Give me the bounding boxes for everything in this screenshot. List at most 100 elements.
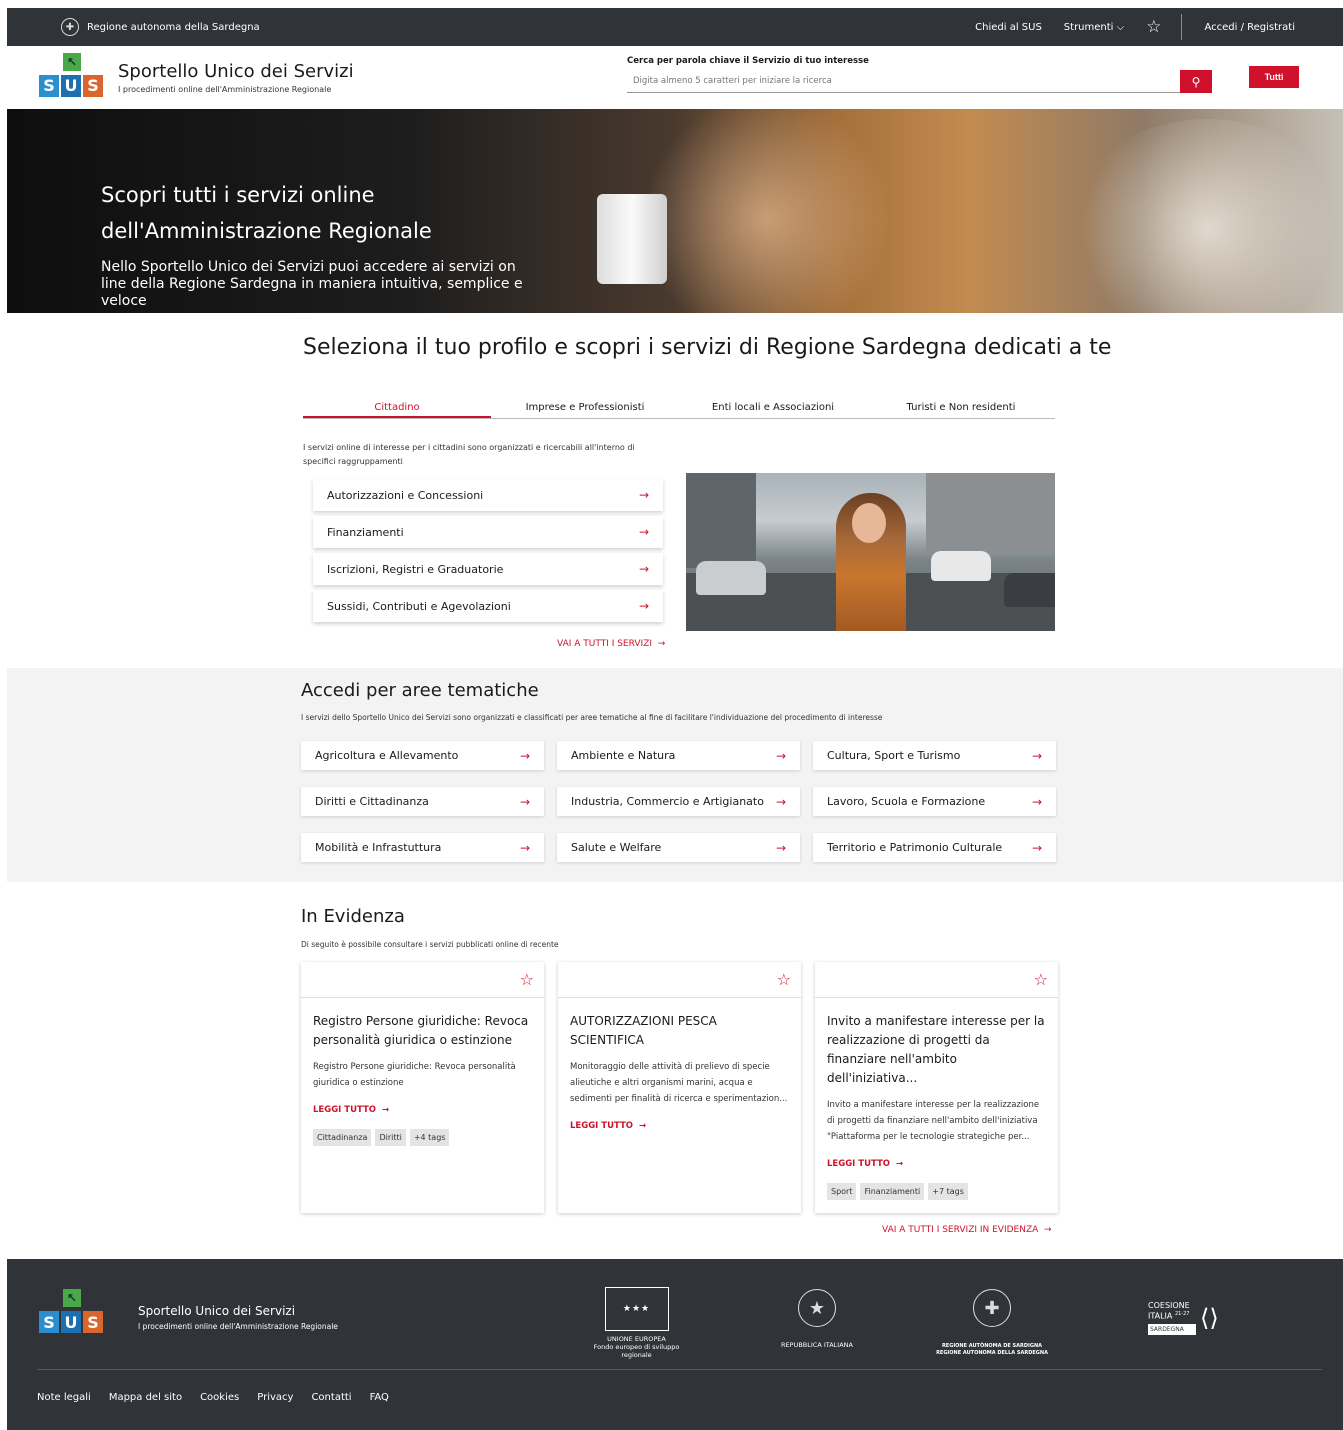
service-card: ☆ Registro Persone giuridiche: Revoca pe… <box>301 962 544 1213</box>
region-name-sardo: REGIONE AUTÒNOMA DE SARDIGNA <box>941 1343 1043 1349</box>
favorite-star-icon[interactable]: ☆ <box>1034 970 1048 989</box>
sus-logo[interactable]: ↖ S U S <box>39 52 105 103</box>
area-item[interactable]: Salute e Welfare → <box>557 833 800 862</box>
arrow-right-icon: → <box>519 748 530 763</box>
photo-building <box>926 473 1055 553</box>
list-item[interactable]: Iscrizioni, Registri e Graduatorie → <box>313 553 663 585</box>
hero-text: Nello Sportello Unico dei Servizi puoi a… <box>101 259 523 309</box>
search-input[interactable] <box>627 76 1187 86</box>
read-more-link[interactable]: LEGGI TUTTO → <box>827 1159 1046 1169</box>
list-item[interactable]: Autorizzazioni e Concessioni → <box>313 479 663 511</box>
tab-enti[interactable]: Enti locali e Associazioni <box>679 395 867 418</box>
footer-link-faq[interactable]: FAQ <box>370 1392 389 1403</box>
footer-link-note-legali[interactable]: Note legali <box>37 1392 91 1403</box>
region-name-it: REGIONE AUTONOMA DELLA SARDEGNA <box>936 1350 1048 1356</box>
favorite-star-icon[interactable]: ☆ <box>777 970 791 989</box>
tag[interactable]: +4 tags <box>409 1129 450 1146</box>
favorite-star-icon[interactable]: ☆ <box>520 970 534 989</box>
coesione-logo[interactable]: COESIONE ITALIA 21-27 SARDEGNA ⟨⟩ <box>1148 1301 1219 1335</box>
strumenti-menu[interactable]: Strumenti ⌵ <box>1064 22 1124 33</box>
site-subtitle: I procedimenti online dell'Amministrazio… <box>118 85 332 94</box>
area-label: Diritti e Cittadinanza <box>315 795 429 808</box>
search-button[interactable]: ⚲ <box>1180 70 1212 93</box>
tag[interactable]: Diritti <box>375 1129 406 1146</box>
footer-link-cookies[interactable]: Cookies <box>200 1392 239 1403</box>
arrow-right-icon: → <box>638 525 649 539</box>
republic-name: REPUBBLICA ITALIANA <box>781 1341 853 1349</box>
areas-grid: Agricoltura e Allevamento → Ambiente e Na… <box>301 741 1058 862</box>
search-area: Cerca per parola chiave il Servizio di t… <box>627 56 1212 93</box>
logo-letter: S <box>83 1311 103 1333</box>
arrow-right-icon: → <box>519 840 530 855</box>
region-emblem-icon: ✚ <box>973 1289 1011 1327</box>
footer-link-mappa[interactable]: Mappa del sito <box>109 1392 182 1403</box>
favorites-star-icon[interactable]: ☆ <box>1146 17 1161 37</box>
tab-imprese[interactable]: Imprese e Professionisti <box>491 395 679 418</box>
card-text: Invito a manifestare interesse per la re… <box>827 1100 1040 1142</box>
area-label: Lavoro, Scuola e Formazione <box>827 795 986 808</box>
search-icon: ⚲ <box>1191 74 1201 89</box>
list-item[interactable]: Finanziamenti → <box>313 516 663 548</box>
photo-car <box>931 551 991 581</box>
logo-letter: S <box>39 74 59 97</box>
tag[interactable]: Cittadinanza <box>313 1129 372 1146</box>
header: ↖ S U S Sportello Unico dei Servizi I pr… <box>7 46 1343 109</box>
arrow-right-icon: → <box>638 1121 647 1131</box>
tag[interactable]: +7 tags <box>928 1183 968 1200</box>
republic-logo[interactable]: ★ REPUBBLICA ITALIANA <box>777 1289 857 1349</box>
tag-list: Sport Finanziamenti +7 tags <box>827 1183 1046 1200</box>
list-item-label: Finanziamenti <box>327 525 404 539</box>
chiedi-link[interactable]: Chiedi al SUS <box>975 22 1042 33</box>
eu-name: UNIONE EUROPEA <box>607 1335 666 1343</box>
area-item[interactable]: Mobilità e Infrastuttura → <box>301 833 544 862</box>
all-evidenza-link[interactable]: VAI A TUTTI I SERVIZI IN EVIDENZA → <box>882 1225 1052 1235</box>
all-button[interactable]: Tutti <box>1249 66 1299 88</box>
area-item[interactable]: Agricoltura e Allevamento → <box>301 741 544 770</box>
areas-title: Accedi per aree tematiche <box>301 680 539 701</box>
card-title[interactable]: Invito a manifestare interesse per la re… <box>827 1012 1046 1088</box>
tab-turisti[interactable]: Turisti e Non residenti <box>867 395 1055 418</box>
tag[interactable]: Finanziamenti <box>860 1183 925 1200</box>
area-item[interactable]: Territorio e Patrimonio Culturale → <box>813 833 1056 862</box>
tab-cittadino[interactable]: Cittadino <box>303 395 491 418</box>
area-label: Territorio e Patrimonio Culturale <box>827 841 1003 854</box>
list-item[interactable]: Sussidi, Contributi e Agevolazioni → <box>313 590 663 622</box>
card-title[interactable]: AUTORIZZAZIONI PESCA SCIENTIFICA <box>570 1012 789 1050</box>
footer-link-contatti[interactable]: Contatti <box>311 1392 351 1403</box>
coesione-line1: COESIONE <box>1148 1301 1190 1310</box>
card-title[interactable]: Registro Persone giuridiche: Revoca pers… <box>313 1012 532 1050</box>
footer-sus-logo[interactable]: ↖ S U S <box>39 1289 105 1339</box>
area-item[interactable]: Diritti e Cittadinanza → <box>301 787 544 816</box>
list-item-label: Sussidi, Contributi e Agevolazioni <box>327 599 511 613</box>
area-item[interactable]: Ambiente e Natura → <box>557 741 800 770</box>
area-item[interactable]: Lavoro, Scuola e Formazione → <box>813 787 1056 816</box>
footer-link-privacy[interactable]: Privacy <box>257 1392 293 1403</box>
service-card: ☆ Invito a manifestare interesse per la … <box>815 962 1058 1213</box>
hero-banner: Scopri tutti i servizi online dell'Ammin… <box>7 109 1343 313</box>
area-item[interactable]: Industria, Commercio e Artigianato → <box>557 787 800 816</box>
evidenza-description: Di seguito è possibile consultare i serv… <box>301 940 559 949</box>
all-services-link[interactable]: VAI A TUTTI I SERVIZI → <box>557 639 665 649</box>
area-label: Mobilità e Infrastuttura <box>315 841 442 854</box>
arrow-right-icon: → <box>775 840 786 855</box>
card-text: Monitoraggio delle attività di prelievo … <box>570 1062 788 1104</box>
region-link[interactable]: ✚ Regione autonoma della Sardegna <box>61 18 260 36</box>
evidenza-cards: ☆ Registro Persone giuridiche: Revoca pe… <box>301 962 1058 1213</box>
arrow-right-icon: → <box>519 794 530 809</box>
top-bar: ✚ Regione autonoma della Sardegna Chiedi… <box>7 8 1343 46</box>
footer-brand: Sportello Unico dei Servizi I procedimen… <box>138 1304 338 1331</box>
read-more-link[interactable]: LEGGI TUTTO → <box>570 1121 789 1131</box>
region-logo[interactable]: ✚ REGIONE AUTÒNOMA DE SARDIGNA REGIONE AU… <box>927 1289 1057 1357</box>
eu-logo[interactable]: ★★★ UNIONE EUROPEA Fondo europeo di svil… <box>579 1287 694 1359</box>
login-link[interactable]: Accedi / Registrati <box>1204 22 1295 33</box>
areas-section: Accedi per aree tematiche I servizi dell… <box>7 668 1343 882</box>
areas-description: I servizi dello Sportello Unico dei Serv… <box>301 713 883 722</box>
coesione-arrows-icon: ⟨⟩ <box>1200 1303 1219 1332</box>
area-item[interactable]: Cultura, Sport e Turismo → <box>813 741 1056 770</box>
tag[interactable]: Sport <box>827 1183 857 1200</box>
coesione-line2: ITALIA <box>1148 1311 1173 1321</box>
read-more-label: LEGGI TUTTO <box>313 1105 377 1115</box>
read-more-link[interactable]: LEGGI TUTTO → <box>313 1105 532 1115</box>
arrow-right-icon: → <box>638 562 649 576</box>
cursor-arrow-icon: ↖ <box>63 1289 81 1307</box>
